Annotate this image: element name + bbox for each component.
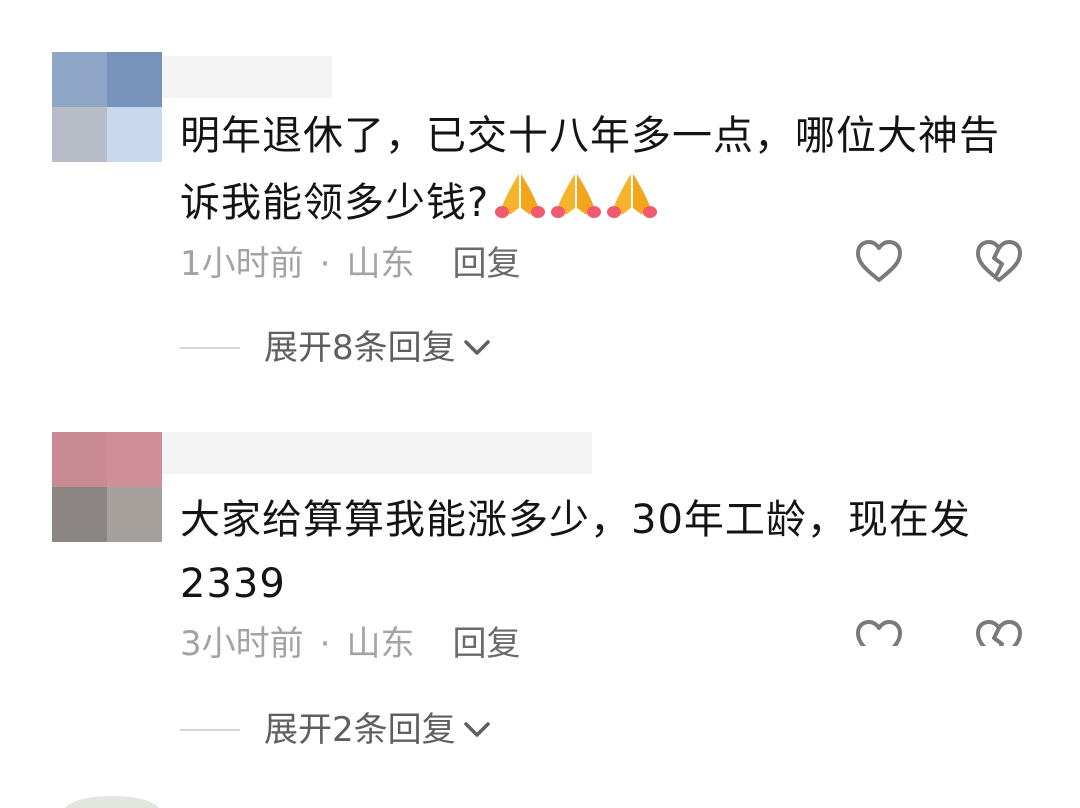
- expand-replies-label: 展开2条回复: [264, 710, 456, 750]
- chevron-down-icon: [463, 722, 490, 737]
- expand-replies-button[interactable]: 展开2条回复: [180, 708, 492, 752]
- comment-location: 山东: [346, 244, 415, 284]
- heart-outline-icon[interactable]: [854, 238, 904, 288]
- heart-outline-icon[interactable]: [854, 618, 904, 646]
- comment-time: 3小时前: [180, 624, 304, 664]
- comment-location: 山东: [346, 624, 415, 664]
- emoji-group: [493, 168, 661, 241]
- folded-hands-emoji: [551, 174, 602, 218]
- meta-separator: ·: [319, 624, 331, 664]
- comment-body: 大家给算算我能涨多少，30年工龄，现在发2339: [180, 497, 971, 607]
- reply-button[interactable]: 回复: [452, 624, 520, 664]
- username-blurred[interactable]: [162, 432, 592, 474]
- avatar[interactable]: [52, 52, 162, 162]
- avatar[interactable]: [52, 432, 162, 542]
- expand-replies-label: 展开8条回复: [264, 328, 456, 368]
- comment-time: 1小时前: [180, 244, 304, 284]
- comment-list: 明年退休了，已交十八年多一点，哪位大神告诉我能领多少钱? 1小时前 · 山东 回复 展…: [0, 0, 1080, 808]
- reply-button[interactable]: 回复: [452, 244, 520, 284]
- expand-replies-button[interactable]: 展开8条回复: [180, 326, 492, 370]
- broken-heart-outline-icon[interactable]: [974, 618, 1024, 646]
- broken-heart-outline-icon[interactable]: [974, 238, 1024, 288]
- comment-text: 明年退休了，已交十八年多一点，哪位大神告诉我能领多少钱?: [180, 104, 1040, 241]
- folded-hands-emoji: [607, 174, 658, 218]
- comment-meta: 1小时前 · 山东 回复: [180, 244, 520, 284]
- chevron-down-icon: [463, 340, 490, 355]
- comment-text: 大家给算算我能涨多少，30年工龄，现在发2339: [180, 488, 1040, 616]
- divider-line: [180, 347, 240, 349]
- comment-meta: 3小时前 · 山东 回复: [180, 624, 520, 664]
- meta-separator: ·: [319, 244, 331, 284]
- divider-line: [180, 729, 240, 731]
- avatar[interactable]: [64, 796, 160, 808]
- username-blurred[interactable]: [162, 56, 332, 98]
- folded-hands-emoji: [495, 174, 546, 218]
